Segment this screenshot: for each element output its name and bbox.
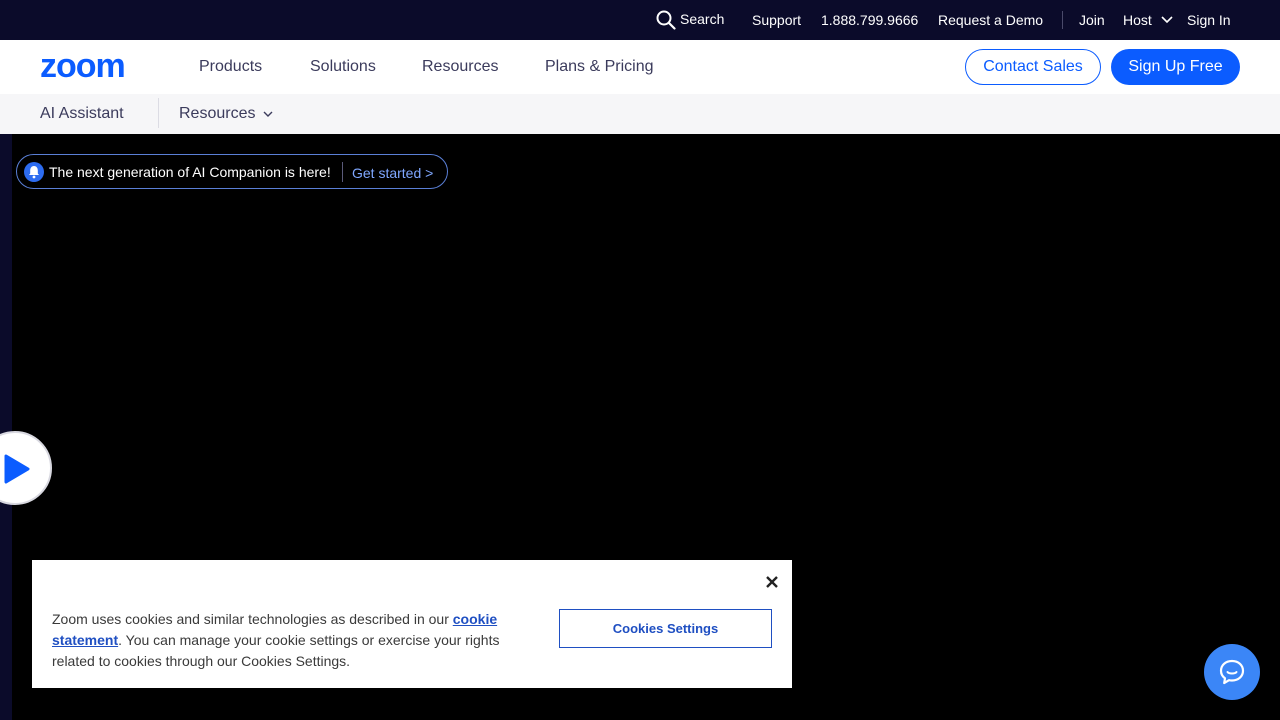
search-link[interactable]: Search bbox=[680, 11, 724, 27]
subnav-ai-assistant[interactable]: AI Assistant bbox=[40, 105, 124, 123]
cookie-text: Zoom uses cookies and similar technologi… bbox=[52, 609, 532, 672]
utility-bar: Search Support 1.888.799.9666 Request a … bbox=[0, 0, 1280, 40]
utility-divider bbox=[1062, 11, 1063, 29]
get-started-link[interactable]: Get started > bbox=[352, 165, 433, 181]
announcement-divider bbox=[342, 162, 343, 182]
chevron-down-icon[interactable] bbox=[262, 109, 274, 119]
host-dropdown[interactable]: Host bbox=[1123, 12, 1152, 28]
hero-left-strip bbox=[0, 134, 12, 720]
svg-text:zoom: zoom bbox=[40, 53, 125, 81]
chat-button[interactable] bbox=[1204, 644, 1260, 700]
subnav-divider bbox=[158, 98, 159, 128]
nav-solutions[interactable]: Solutions bbox=[310, 58, 376, 76]
bell-icon bbox=[24, 162, 44, 182]
chevron-down-icon[interactable] bbox=[1160, 14, 1174, 26]
sign-in-link[interactable]: Sign In bbox=[1187, 12, 1231, 28]
main-nav: zoom Products Solutions Resources Plans … bbox=[0, 40, 1280, 94]
cookie-text-before: Zoom uses cookies and similar technologi… bbox=[52, 611, 453, 627]
request-demo-link[interactable]: Request a Demo bbox=[938, 12, 1043, 28]
nav-resources[interactable]: Resources bbox=[422, 58, 498, 76]
nav-plans-pricing[interactable]: Plans & Pricing bbox=[545, 58, 654, 76]
zoom-logo[interactable]: zoom bbox=[40, 53, 156, 81]
cookie-text-after: . You can manage your cookie settings or… bbox=[52, 632, 500, 669]
sub-nav: AI Assistant Resources bbox=[0, 94, 1280, 134]
phone-link[interactable]: 1.888.799.9666 bbox=[821, 12, 918, 28]
search-icon[interactable] bbox=[656, 10, 676, 30]
sign-up-free-button[interactable]: Sign Up Free bbox=[1111, 49, 1240, 85]
join-link[interactable]: Join bbox=[1079, 12, 1105, 28]
support-link[interactable]: Support bbox=[752, 12, 801, 28]
subnav-resources[interactable]: Resources bbox=[179, 105, 255, 123]
announcement-pill[interactable]: The next generation of AI Companion is h… bbox=[16, 154, 448, 189]
contact-sales-button[interactable]: Contact Sales bbox=[965, 49, 1101, 85]
announcement-message: The next generation of AI Companion is h… bbox=[49, 164, 331, 180]
cookies-settings-button[interactable]: Cookies Settings bbox=[559, 609, 772, 648]
play-button[interactable] bbox=[0, 431, 52, 505]
nav-products[interactable]: Products bbox=[199, 58, 262, 76]
play-icon bbox=[4, 454, 30, 484]
chat-icon bbox=[1219, 659, 1245, 685]
cookie-banner: Zoom uses cookies and similar technologi… bbox=[32, 560, 792, 688]
close-icon[interactable] bbox=[762, 572, 782, 592]
